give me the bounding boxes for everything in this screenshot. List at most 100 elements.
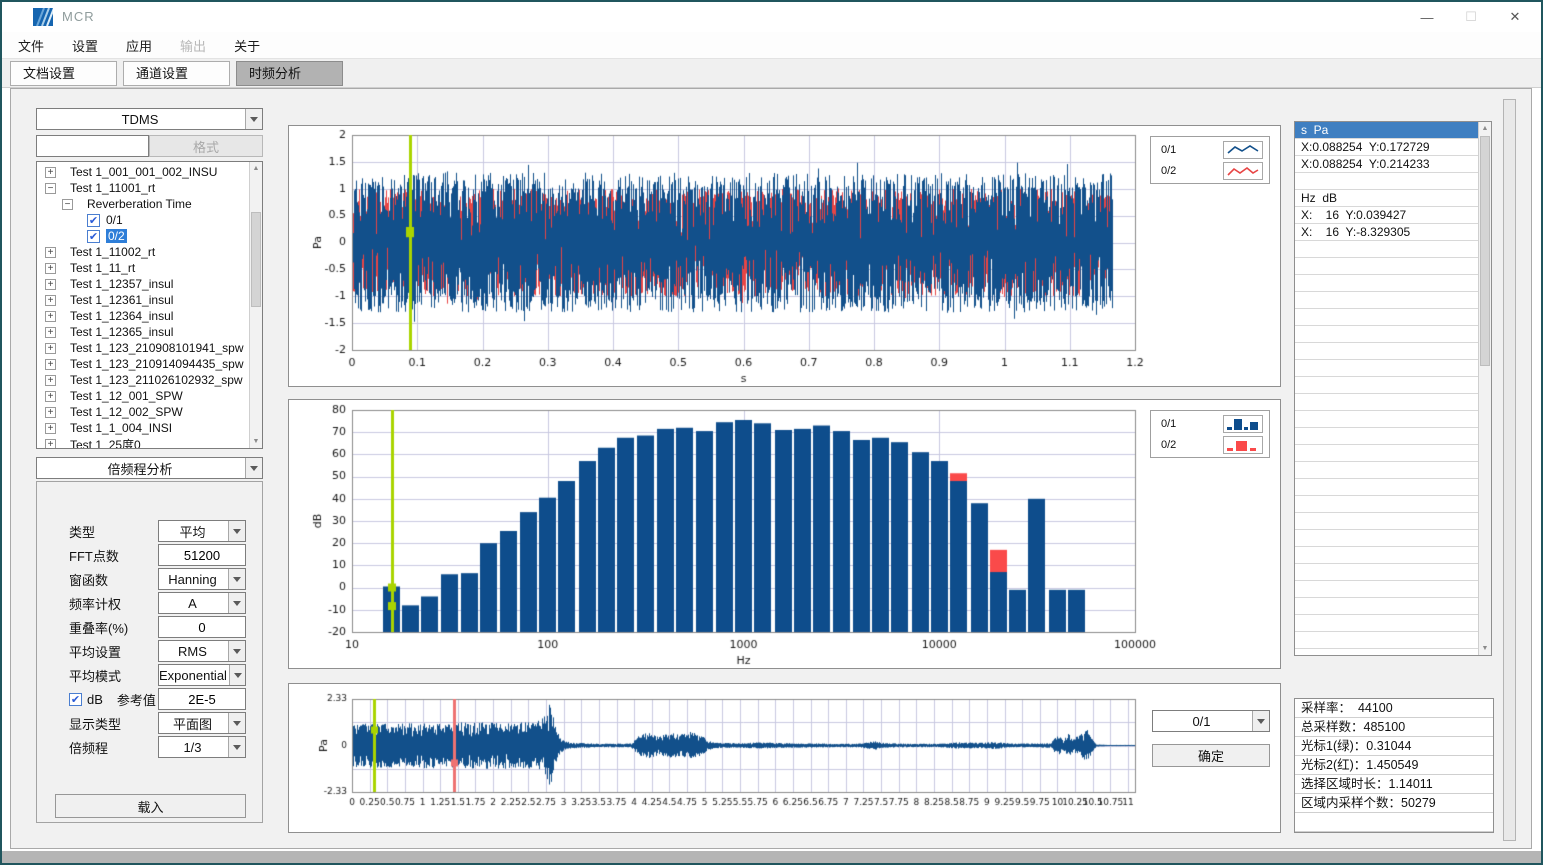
expand-icon[interactable]: + — [45, 167, 56, 178]
overview-waveform-plot[interactable] — [289, 684, 1282, 834]
tree-item[interactable]: +Test 1_1_004_INSI — [37, 420, 249, 436]
chevron-down-icon — [1252, 711, 1269, 731]
load-button[interactable]: 载入 — [55, 794, 246, 818]
expand-icon[interactable]: + — [45, 423, 56, 434]
expand-icon[interactable]: + — [45, 407, 56, 418]
tree-item[interactable]: − Test 1_11001_rt — [37, 180, 249, 196]
tree-item[interactable]: +Test 1_12364_insul — [37, 308, 249, 324]
menu-item-1[interactable]: 设置 — [66, 33, 104, 58]
form-input-7[interactable] — [158, 688, 246, 710]
tree-item-label: Test 1_11001_rt — [70, 181, 155, 195]
filter-input[interactable] — [36, 135, 149, 157]
bar-series-icon[interactable] — [1223, 436, 1263, 454]
tree-item[interactable]: +Test 1_11002_rt — [37, 244, 249, 260]
expand-icon[interactable]: + — [45, 247, 56, 258]
channel-checkbox[interactable]: ✔ — [87, 214, 100, 227]
analysis-type-combo[interactable]: 倍频程分析 — [36, 457, 263, 479]
expand-icon[interactable]: + — [45, 279, 56, 290]
tree-item-label: 0/2 — [106, 229, 127, 243]
legend-item-0-2[interactable]: 0/2 — [1151, 434, 1269, 455]
scroll-up-icon[interactable]: ▲ — [1479, 122, 1491, 135]
stats-row: 采样率： 44100 — [1295, 699, 1493, 718]
menu-item-2[interactable]: 应用 — [120, 33, 158, 58]
tree-scrollbar[interactable]: ▲ ▼ — [249, 162, 262, 448]
minimize-button[interactable]: — — [1405, 2, 1449, 32]
tree-item[interactable]: ✔0/1 — [37, 212, 249, 228]
right-scrollbar[interactable] — [1503, 99, 1516, 841]
readout-scrollbar-thumb[interactable] — [1480, 136, 1490, 366]
form-row: 频率计权A — [37, 591, 262, 615]
chevron-down-icon — [245, 458, 262, 478]
tab-1[interactable]: 通道设置 — [123, 61, 230, 86]
tree-item[interactable]: +Test 1_123_210914094435_spw — [37, 356, 249, 372]
form-select-9[interactable]: 1/3 — [158, 736, 246, 758]
readout-row — [1295, 632, 1478, 649]
form-select-0[interactable]: 平均 — [158, 520, 246, 542]
confirm-button[interactable]: 确定 — [1152, 744, 1270, 767]
scroll-down-icon[interactable]: ▼ — [250, 435, 262, 448]
expand-icon[interactable]: + — [45, 327, 56, 338]
expand-icon[interactable]: + — [45, 391, 56, 402]
time-waveform-plot[interactable] — [289, 126, 1282, 388]
close-button[interactable]: ✕ — [1493, 2, 1537, 32]
stats-row: 光标2(红)：1.450549 — [1295, 756, 1493, 775]
chevron-down-icon — [228, 521, 245, 541]
channel-checkbox[interactable]: ✔ — [87, 230, 100, 243]
tree-item[interactable]: ✔ 0/2 — [37, 228, 249, 244]
legend-label: 0/1 — [1161, 418, 1223, 430]
expand-icon[interactable]: + — [45, 295, 56, 306]
line-series-icon[interactable] — [1223, 162, 1263, 180]
tree-item[interactable]: +Test 1_12361_insul — [37, 292, 249, 308]
file-format-combo[interactable]: TDMS — [36, 108, 263, 130]
readout-row — [1295, 275, 1478, 292]
tree-item[interactable]: +Test 1_123_211026102932_spw — [37, 372, 249, 388]
tree-item-label: Test 1_12357_insul — [70, 277, 173, 291]
tree-item-label: Test 1_12_002_SPW — [70, 405, 183, 419]
tree-item[interactable]: +Test 1_12365_insul — [37, 324, 249, 340]
scroll-down-icon[interactable]: ▼ — [1479, 642, 1491, 655]
expand-icon[interactable]: + — [45, 375, 56, 386]
form-select-3[interactable]: A — [158, 592, 246, 614]
scroll-up-icon[interactable]: ▲ — [250, 162, 262, 175]
channel-combo[interactable]: 0/1 — [1152, 710, 1270, 732]
expand-icon[interactable]: + — [45, 439, 56, 450]
tree-item[interactable]: + Test 1_12_002_SPW — [37, 404, 249, 420]
tree-item[interactable]: +Test 1_12_001_SPW — [37, 388, 249, 404]
form-select-8[interactable]: 平面图 — [158, 712, 246, 734]
form-select-2[interactable]: Hanning — [158, 568, 246, 590]
db-checkbox[interactable]: ✔ — [69, 693, 82, 706]
file-tree: +Test 1_001_001_002_INSU − Test 1_11001_rt… — [36, 161, 263, 449]
tree-item[interactable]: −Reverberation Time — [37, 196, 249, 212]
expand-icon[interactable]: + — [45, 359, 56, 370]
line-series-icon[interactable] — [1223, 141, 1263, 159]
tab-2[interactable]: 时频分析 — [236, 61, 343, 86]
tree-item[interactable]: +Test 1_25度0 — [37, 436, 249, 449]
tree-item[interactable]: +Test 1_123_210908101941_spw — [37, 340, 249, 356]
tree-scrollbar-thumb[interactable] — [251, 212, 261, 307]
stats-row — [1295, 813, 1493, 832]
menu-item-0[interactable]: 文件 — [12, 33, 50, 58]
collapse-icon[interactable]: − — [45, 183, 56, 194]
menu-item-4[interactable]: 关于 — [228, 33, 266, 58]
tree-item[interactable]: +Test 1_001_001_002_INSU — [37, 164, 249, 180]
tree-item[interactable]: +Test 1_11_rt — [37, 260, 249, 276]
expand-icon[interactable]: + — [45, 343, 56, 354]
legend-item-0-1[interactable]: 0/1 — [1151, 139, 1269, 160]
form-label: 显示类型 — [69, 714, 121, 733]
form-input-4[interactable] — [158, 616, 246, 638]
bar-series-icon[interactable] — [1223, 415, 1263, 433]
octave-spectrum-plot[interactable] — [289, 400, 1282, 670]
collapse-icon[interactable]: − — [62, 199, 73, 210]
legend-item-0-2[interactable]: 0/2 — [1151, 160, 1269, 181]
form-select-6[interactable]: Exponential — [158, 664, 246, 686]
tree-item[interactable]: + Test 1_12357_insul — [37, 276, 249, 292]
expand-icon[interactable]: + — [45, 311, 56, 322]
maximize-button[interactable]: ☐ — [1449, 2, 1493, 32]
legend-item-0-1[interactable]: 0/1 — [1151, 413, 1269, 434]
form-select-5[interactable]: RMS — [158, 640, 246, 662]
form-input-1[interactable] — [158, 544, 246, 566]
expand-icon[interactable]: + — [45, 263, 56, 274]
readout-scrollbar[interactable]: ▲ ▼ — [1478, 122, 1491, 655]
tab-0[interactable]: 文档设置 — [10, 61, 117, 86]
chevron-down-icon — [228, 713, 245, 733]
